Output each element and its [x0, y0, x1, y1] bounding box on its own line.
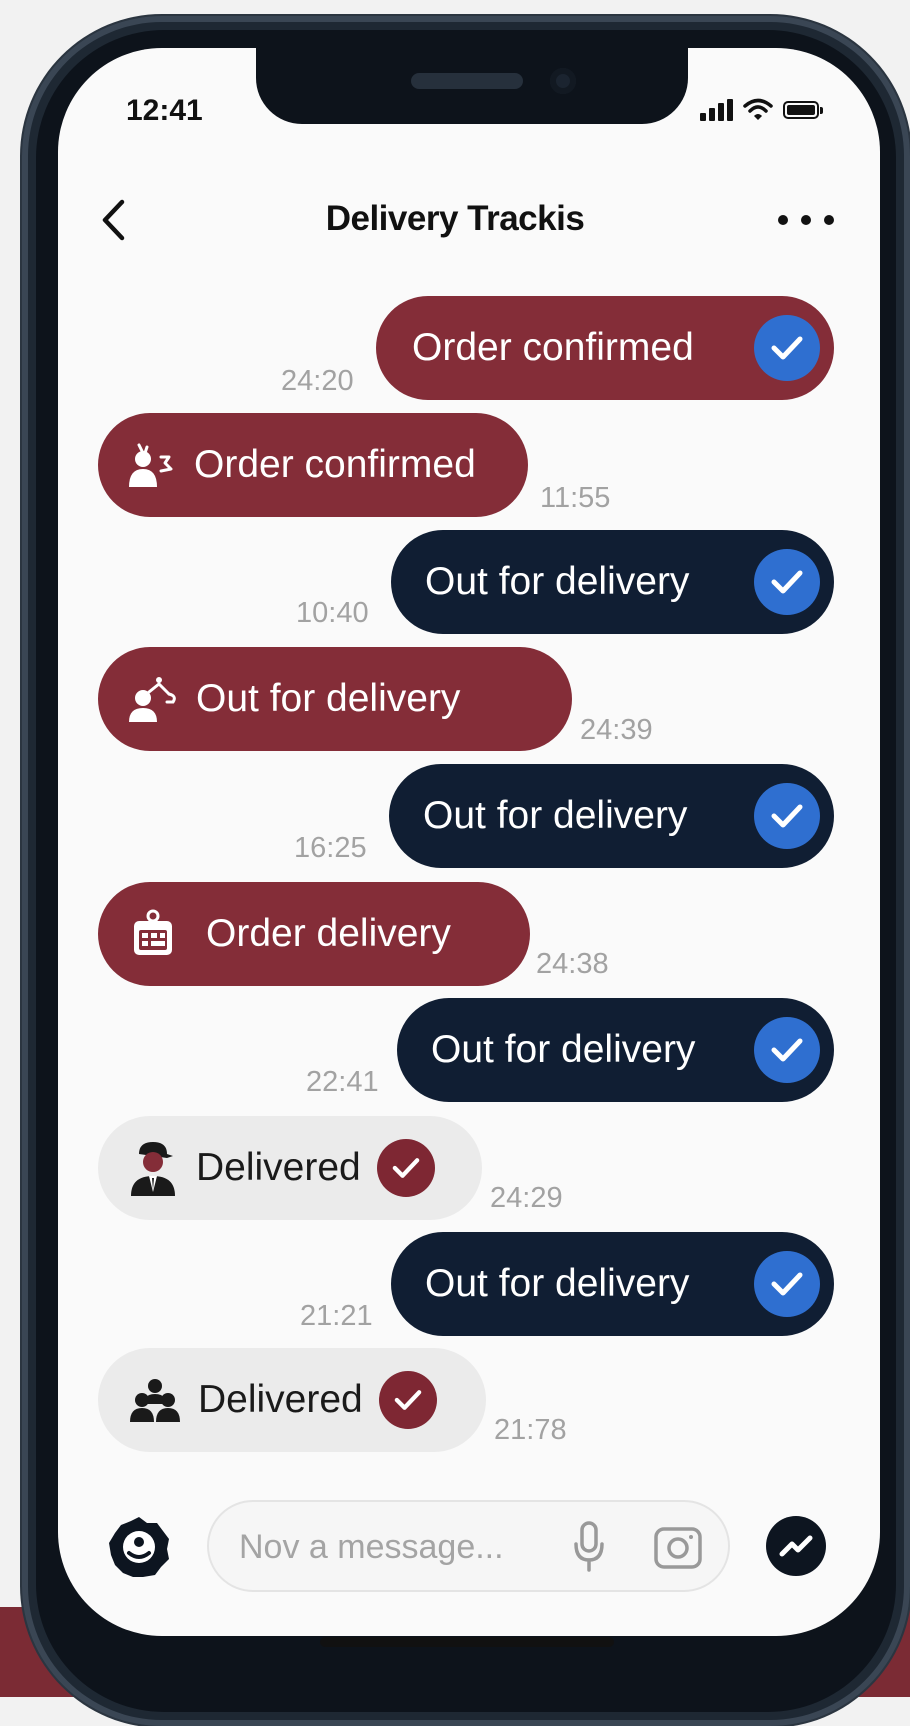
group-icon [124, 1372, 186, 1428]
message-timestamp: 10:40 [296, 597, 369, 629]
message-timestamp: 21:21 [300, 1300, 373, 1332]
camera-icon [654, 1527, 702, 1569]
message-text: Order delivery [206, 912, 451, 955]
check-icon [754, 1251, 820, 1317]
message-bubble-received[interactable]: Out for delivery [98, 647, 572, 751]
message-bubble-received[interactable]: Order confirmed [98, 413, 528, 517]
message-bubble-sent[interactable]: Out for delivery [391, 530, 834, 634]
message-timestamp: 22:41 [306, 1066, 379, 1098]
delivery-person-icon [122, 1140, 184, 1196]
signal-icon [700, 99, 733, 121]
message-timestamp: 24:29 [490, 1182, 563, 1214]
microphone-icon [574, 1521, 604, 1572]
check-icon [754, 549, 820, 615]
message-timestamp: 24:39 [580, 714, 653, 746]
message-bubble-sent[interactable]: Order confirmed [376, 296, 834, 400]
check-icon [378, 1371, 437, 1429]
trend-arrow-icon [779, 1535, 813, 1557]
message-bubble-received[interactable]: Delivered [98, 1348, 486, 1452]
page-title: Delivery Trackis [325, 199, 585, 238]
check-icon [754, 1017, 820, 1083]
check-icon [376, 1139, 435, 1197]
message-timestamp: 24:38 [536, 948, 609, 980]
message-timestamp: 16:25 [294, 832, 367, 864]
face-icon [109, 1517, 169, 1577]
check-icon [754, 783, 820, 849]
message-timestamp: 24:20 [281, 365, 354, 397]
front-camera [550, 68, 576, 94]
home-indicator [320, 1637, 614, 1647]
status-icons [700, 98, 823, 122]
calendar-icon [122, 906, 184, 962]
message-timestamp: 21:78 [494, 1414, 567, 1446]
route-icon [122, 671, 184, 727]
message-bubble-sent[interactable]: Out for delivery [391, 1232, 834, 1336]
message-text: Out for delivery [423, 794, 688, 837]
wifi-icon [743, 98, 773, 120]
speaker-grille [411, 73, 523, 89]
check-icon [754, 315, 820, 381]
message-timestamp: 11:55 [540, 482, 611, 514]
message-bubble-received[interactable]: Delivered [98, 1116, 482, 1220]
message-text: Out for delivery [425, 560, 690, 603]
message-bubble-sent[interactable]: Out for delivery [397, 998, 834, 1102]
message-input-placeholder: Nov a message... [239, 1528, 504, 1566]
more-options-button[interactable] [778, 206, 834, 234]
status-time: 12:41 [126, 94, 203, 127]
message-input[interactable]: Nov a message... [207, 1500, 730, 1592]
microphone-button[interactable] [571, 1520, 607, 1579]
message-bubble-received[interactable]: Order delivery [98, 882, 530, 986]
camera-button[interactable] [653, 1524, 703, 1575]
message-text: Order confirmed [412, 326, 694, 369]
profile-button[interactable] [107, 1515, 171, 1579]
message-bubble-sent[interactable]: Out for delivery [389, 764, 834, 868]
message-text: Out for delivery [196, 677, 461, 720]
message-text: Out for delivery [425, 1262, 690, 1305]
send-button[interactable] [766, 1516, 826, 1576]
more-dot-icon [778, 215, 788, 225]
courier-icon [120, 437, 182, 493]
battery-icon [783, 101, 823, 119]
message-text: Delivered [198, 1378, 363, 1421]
message-text: Delivered [196, 1146, 361, 1189]
message-text: Order confirmed [194, 443, 476, 486]
message-text: Out for delivery [431, 1028, 696, 1071]
